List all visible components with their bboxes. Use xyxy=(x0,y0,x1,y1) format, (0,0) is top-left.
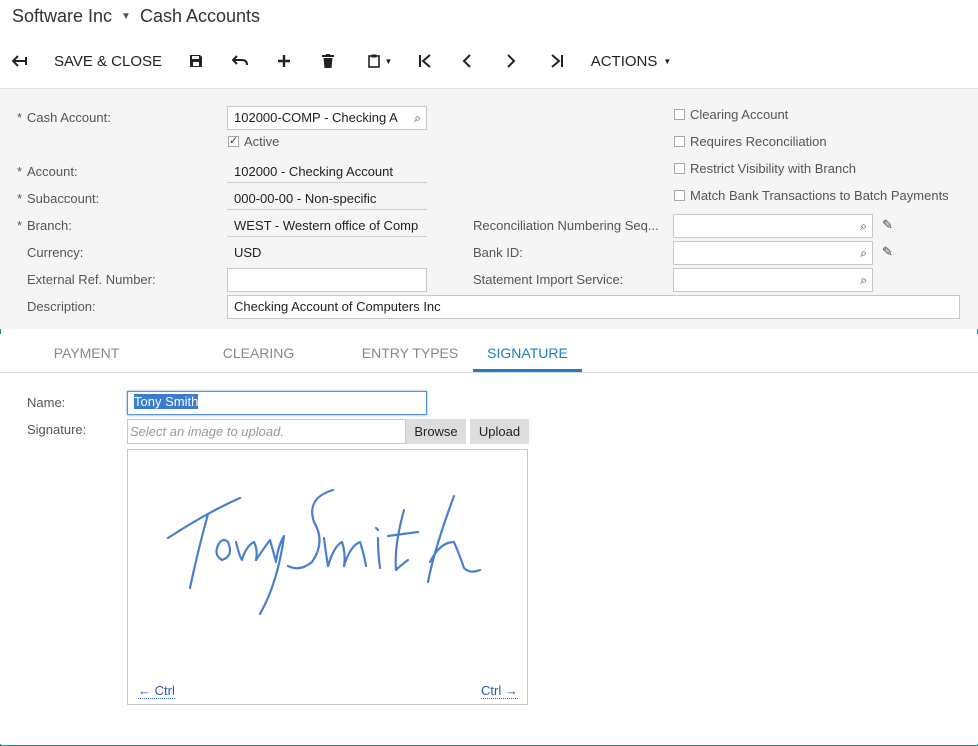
name-label: Name: xyxy=(27,395,66,410)
delete-button[interactable] xyxy=(316,45,340,77)
tab-signature[interactable]: SIGNATURE xyxy=(473,334,582,372)
required-mark: * xyxy=(17,218,23,233)
company-name[interactable]: Software Inc xyxy=(12,6,112,27)
account-value[interactable]: 102000 - Checking Account xyxy=(227,161,427,183)
page-header: Software Inc ▼ Cash Accounts SAVE & CLOS… xyxy=(0,0,978,88)
name-value: Tony Smith xyxy=(134,394,199,409)
chevron-left-icon xyxy=(462,54,471,68)
actions-label: ACTIONS xyxy=(590,52,658,70)
save-button[interactable] xyxy=(184,45,208,77)
checkbox-label: Requires Reconciliation xyxy=(690,134,827,149)
undo-icon xyxy=(232,55,248,66)
back-button[interactable] xyxy=(8,45,32,77)
branch-value[interactable]: WEST - Western office of Comp xyxy=(227,215,427,237)
add-button[interactable] xyxy=(272,45,296,77)
statement-import-label: Statement Import Service: xyxy=(473,272,624,287)
tab-bar: PAYMENT METHODS CLEARING ACCOUNTS ENTRY … xyxy=(0,334,978,399)
signature-image xyxy=(166,488,482,616)
browse-button[interactable]: Browse xyxy=(406,419,466,444)
undo-button[interactable] xyxy=(228,45,252,77)
cash-account-label: Cash Account: xyxy=(27,110,111,125)
clipboard-caret-icon: ▼ xyxy=(384,56,393,66)
chevron-right-icon xyxy=(507,54,516,68)
active-label: Active xyxy=(244,134,280,149)
statement-import-input[interactable]: ⌕ xyxy=(673,268,873,292)
breadcrumb: Software Inc ▼ Cash Accounts xyxy=(12,5,260,27)
next-record-button[interactable] xyxy=(499,45,523,77)
checkbox-label: Clearing Account xyxy=(690,107,789,122)
last-icon xyxy=(551,54,563,68)
edit-icon[interactable]: ✎ xyxy=(882,244,893,260)
account-label: Account: xyxy=(27,164,78,179)
description-label: Description: xyxy=(27,299,96,314)
checkbox-box[interactable] xyxy=(674,109,685,120)
required-mark: * xyxy=(17,191,23,206)
currency-label: Currency: xyxy=(27,245,84,260)
actions-menu[interactable]: ACTIONS ▼ xyxy=(588,45,674,77)
save-close-button[interactable]: SAVE & CLOSE xyxy=(52,45,164,77)
recon-seq-input[interactable]: ⌕ xyxy=(673,214,873,238)
edit-icon[interactable]: ✎ xyxy=(882,217,893,233)
checkbox-box[interactable] xyxy=(674,136,685,147)
external-ref-input[interactable] xyxy=(227,268,427,292)
required-mark: * xyxy=(17,110,23,125)
branch-label: Branch: xyxy=(27,218,72,233)
clipboard-icon xyxy=(367,54,380,68)
restrict-visibility-checkbox[interactable]: Restrict Visibility with Branch xyxy=(674,161,856,176)
summary-form: * Cash Account: 102000-COMP - Checking A… xyxy=(0,88,978,329)
previous-record-button[interactable] xyxy=(455,45,479,77)
upload-file-input[interactable]: Select an image to upload. xyxy=(127,419,406,444)
actions-caret-icon: ▼ xyxy=(663,56,672,66)
subaccount-value[interactable]: 000-00-00 - Non-specific xyxy=(227,188,427,210)
requires-reconciliation-checkbox[interactable]: Requires Reconciliation xyxy=(674,134,827,149)
plus-icon xyxy=(278,55,290,67)
signature-label: Signature: xyxy=(27,422,87,437)
subaccount-label: Subaccount: xyxy=(27,191,100,206)
name-input[interactable]: Tony Smith xyxy=(127,391,427,415)
match-bank-transactions-checkbox[interactable]: Match Bank Transactions to Batch Payment… xyxy=(674,188,949,203)
active-checkbox-box[interactable] xyxy=(228,134,239,147)
first-record-button[interactable] xyxy=(413,45,437,77)
recon-seq-label: Reconciliation Numbering Seq... xyxy=(473,218,659,233)
search-icon[interactable]: ⌕ xyxy=(860,269,867,291)
company-dropdown-icon[interactable]: ▼ xyxy=(121,11,131,22)
trash-icon xyxy=(322,54,334,68)
previous-signature-link[interactable]: ← Ctrl xyxy=(138,684,175,699)
upload-button[interactable]: Upload xyxy=(470,419,529,444)
active-checkbox[interactable]: Active xyxy=(228,134,279,149)
save-icon xyxy=(190,55,202,67)
tab-payment-methods[interactable]: PAYMENT METHODS xyxy=(18,334,155,399)
external-ref-label: External Ref. Number: xyxy=(27,272,156,287)
checkbox-box[interactable] xyxy=(674,163,685,174)
first-icon xyxy=(419,54,431,68)
bank-id-label: Bank ID: xyxy=(473,245,523,260)
checkbox-box[interactable] xyxy=(674,190,685,201)
description-input[interactable]: Checking Account of Computers Inc xyxy=(227,295,960,319)
currency-value: USD xyxy=(234,245,262,260)
next-signature-link[interactable]: Ctrl → xyxy=(481,684,518,699)
page-title: Cash Accounts xyxy=(139,5,261,26)
search-icon[interactable]: ⌕ xyxy=(414,107,421,129)
search-icon[interactable]: ⌕ xyxy=(860,242,867,264)
clearing-account-checkbox[interactable]: Clearing Account xyxy=(674,107,788,122)
signature-panel: Name: Tony Smith Signature: Select an im… xyxy=(0,373,978,744)
checkbox-label: Match Bank Transactions to Batch Payment… xyxy=(690,188,949,203)
last-record-button[interactable] xyxy=(545,45,569,77)
cash-account-field[interactable]: 102000-COMP - Checking A ⌕ xyxy=(227,106,427,130)
back-arrow-icon xyxy=(12,55,27,67)
tab-entry-types[interactable]: ENTRY TYPES xyxy=(361,334,459,372)
cash-account-value: 102000-COMP - Checking A xyxy=(234,110,398,125)
tab-clearing-accounts[interactable]: CLEARING ACCOUNTS xyxy=(183,334,334,399)
signature-preview: ← Ctrl Ctrl → xyxy=(127,449,528,705)
search-icon[interactable]: ⌕ xyxy=(860,215,867,237)
bank-id-input[interactable]: ⌕ xyxy=(673,241,873,265)
required-mark: * xyxy=(17,164,23,179)
checkbox-label: Restrict Visibility with Branch xyxy=(690,161,856,176)
clipboard-button[interactable]: ▼ xyxy=(360,45,400,77)
toolbar: SAVE & CLOSE ▼ ACTIONS ▼ xyxy=(0,45,978,77)
